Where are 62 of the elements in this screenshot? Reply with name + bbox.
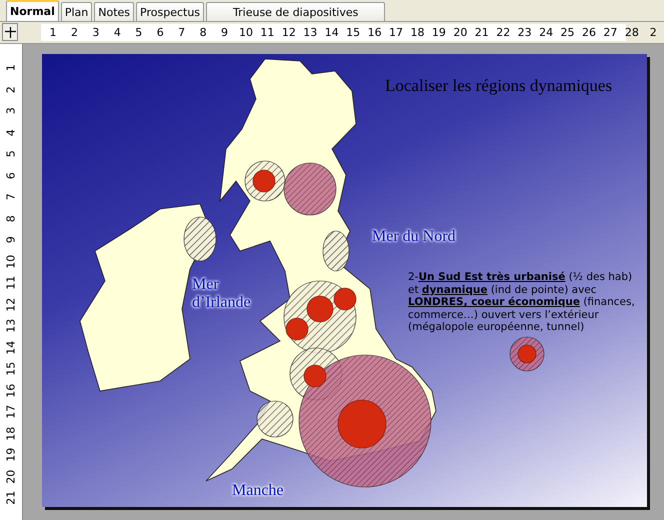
ruler-number: 3: [4, 106, 18, 116]
ruler-number: 6: [4, 170, 18, 181]
slide-paragraph: 2-Un Sud Est très urbanisé (½ des hab) et dynamique (ind de pointe) avec LONDRES, coeur économique (finances, commerce…) ouvert vers l’extérieur (mégalopole européenne, tunnel): [408, 271, 636, 334]
ruler-number: 5: [134, 26, 144, 39]
ruler-number: 27: [602, 26, 618, 39]
ruler-number: 19: [430, 26, 447, 39]
ruler-number: 15: [4, 360, 18, 378]
ruler-number: 11: [4, 274, 18, 292]
ruler-number: 16: [4, 382, 18, 400]
ruler-number: 10: [4, 253, 18, 270]
ruler-number: 7: [4, 192, 18, 202]
ruler-number: 21: [474, 26, 490, 39]
ruler-number: 2: [70, 26, 79, 39]
view-tab[interactable]: Trieuse de diapositives: [206, 2, 386, 21]
ruler-number: 4: [4, 128, 18, 138]
ruler-number: 21: [4, 490, 18, 507]
ruler-number: 4: [112, 26, 122, 39]
ruler-number: 19: [4, 446, 18, 464]
ruler-number: 7: [177, 26, 186, 39]
view-tab[interactable]: Plan: [60, 2, 92, 21]
slide-title: Localiser les régions dynamiques: [385, 76, 612, 96]
view-tab[interactable]: Prospectus: [136, 2, 204, 21]
tab-stop-icon: [4, 26, 16, 38]
ruler-number: 9: [220, 26, 230, 39]
ruler-number: 6: [156, 26, 165, 39]
ruler-number: 28: [624, 26, 640, 39]
tab-stop-selector[interactable]: [2, 23, 18, 41]
ruler-number: 18: [4, 425, 18, 442]
ruler-number: 20: [4, 468, 18, 486]
ruler-number: 5: [4, 149, 18, 160]
ruler-number: 26: [580, 26, 597, 39]
ruler-number: 8: [198, 26, 208, 39]
ruler-number: 2: [4, 84, 18, 95]
ruler-number: 17: [388, 26, 404, 39]
ruler-number: 16: [366, 26, 383, 39]
sea-label: Mer d’Irlande: [192, 276, 251, 313]
ruler-number: 8: [4, 214, 18, 224]
ruler-number: 15: [345, 26, 362, 39]
ruler-number: 2: [648, 26, 658, 39]
ruler-number: 1: [48, 26, 58, 39]
ruler-number: 3: [91, 26, 100, 39]
ruler-number: 12: [4, 296, 18, 314]
ruler-number: 24: [538, 26, 554, 39]
sea-label: Mer du Nord: [372, 228, 456, 246]
ruler-number: 18: [409, 26, 426, 39]
ruler-number: 13: [302, 26, 318, 39]
ruler-number: 22: [495, 26, 512, 39]
ruler-number: 9: [4, 235, 18, 246]
ruler-number: 14: [324, 26, 340, 39]
ruler-number: 20: [452, 26, 468, 39]
ruler-number: 13: [4, 318, 18, 335]
view-tab[interactable]: Notes: [94, 2, 134, 21]
ruler-number: 1: [4, 63, 18, 74]
ruler-number: 17: [4, 404, 18, 421]
view-tab[interactable]: Normal: [6, 0, 59, 21]
ruler-number: 12: [280, 26, 297, 39]
ruler-number: 25: [560, 26, 576, 39]
sea-label: Manche: [232, 482, 284, 500]
ruler-number: 14: [4, 339, 18, 356]
ruler-number: 10: [238, 26, 254, 39]
ruler-number: 11: [259, 26, 276, 39]
ruler-number: 23: [516, 26, 533, 39]
